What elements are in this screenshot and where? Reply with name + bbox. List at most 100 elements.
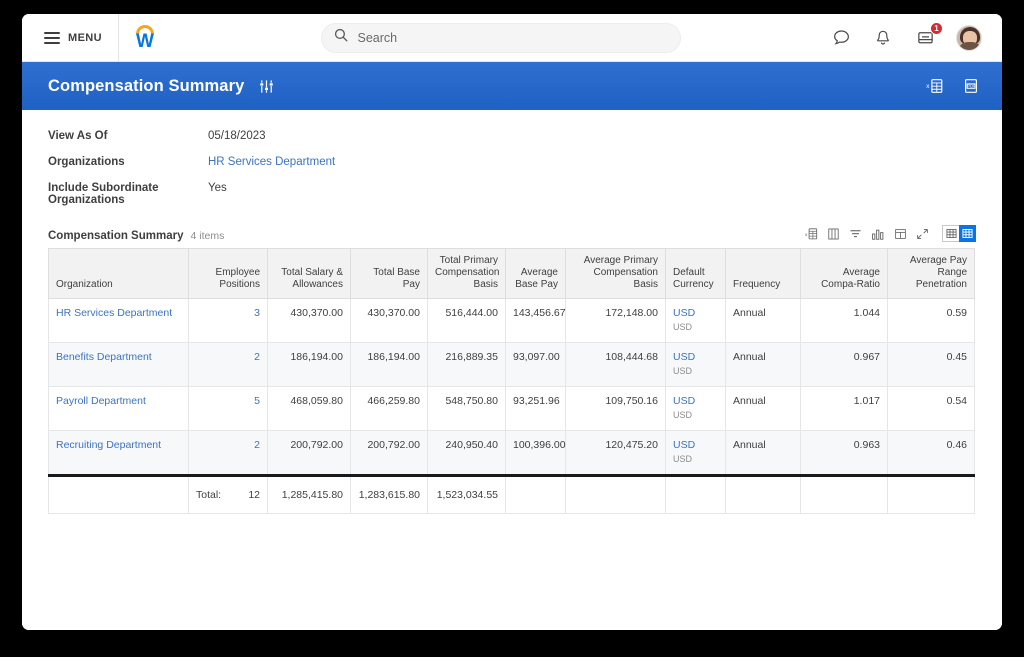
notifications-bell-icon[interactable] [872,27,894,49]
totals-blank-average-primary-compensation-basis [565,474,666,514]
inbox-icon[interactable]: 1 [914,21,943,49]
expand-icon[interactable] [916,227,929,241]
column-header-employee-positions[interactable]: Employee Positions [188,248,268,299]
search-area [171,22,830,53]
search-input[interactable] [357,30,668,45]
parameter-label: Organizations [48,156,125,168]
column-header-frequency[interactable]: Frequency [725,248,801,299]
view-toggle-group [942,225,976,242]
cell-total-base-pay: 466,259.80 [350,386,428,431]
organizations-link[interactable]: HR Services Department [208,156,335,168]
cell-average-primary-compensation-basis: 172,148.00 [565,298,666,343]
organization-link[interactable]: Payroll Department [56,395,146,407]
currency-subtext: USD [673,410,693,420]
cell-average-primary-compensation-basis: 109,750.16 [565,386,666,431]
table-row: Benefits Department 2 186,194.00 186,194… [48,342,975,387]
currency-link[interactable]: USD [673,351,695,363]
avatar[interactable] [956,24,982,51]
parameter-value: 05/18/2023 [208,130,266,142]
totals-employee-positions: Total: 12 [188,474,268,514]
cell-default-currency: USD USD [665,386,726,431]
export-to-pdf-icon[interactable]: PDF [962,77,980,95]
table-row: Recruiting Department 2 200,792.00 200,7… [48,430,975,476]
table-tool-icons: x [805,225,976,242]
page-header: Compensation Summary x PDF [22,62,1002,110]
cell-total-salary-allowances: 430,370.00 [267,298,351,343]
cell-total-salary-allowances: 468,059.80 [267,386,351,431]
parameter-value: Yes [208,182,227,194]
svg-text:x: x [805,232,808,237]
column-header-total-primary-compensation-basis[interactable]: Total Primary Compensation Basis [427,248,506,299]
cell-total-base-pay: 430,370.00 [350,298,428,343]
cell-frequency: Annual [725,342,801,387]
organization-link[interactable]: Benefits Department [56,351,152,363]
currency-link[interactable]: USD [673,439,695,451]
employee-positions-link[interactable]: 3 [254,307,260,319]
employee-positions-link[interactable]: 2 [254,351,260,363]
organization-link[interactable]: HR Services Department [56,307,172,319]
totals-blank-average-pay-range-penetration [887,474,975,514]
chat-icon[interactable] [830,27,852,49]
chart-view-icon[interactable] [871,227,885,241]
parameter-row: View As Of 05/18/2023 [48,130,976,156]
column-header-organization[interactable]: Organization [48,248,189,299]
column-header-default-currency[interactable]: Default Currency [665,248,726,299]
cell-average-base-pay: 100,396.00 [505,430,566,476]
column-settings-icon[interactable] [827,227,840,241]
cell-average-pay-range-penetration: 0.54 [887,386,975,431]
cell-default-currency: USD USD [665,298,726,343]
column-header-average-primary-compensation-basis[interactable]: Average Primary Compensation Basis [565,248,666,299]
cell-average-compa-ratio: 1.017 [800,386,888,431]
cell-total-primary-compensation-basis: 216,889.35 [427,342,506,387]
global-header: MENU W 1 [22,14,1002,62]
cell-total-base-pay: 186,194.00 [350,342,428,387]
page-title: Compensation Summary [48,76,245,95]
cell-average-base-pay: 143,456.67 [505,298,566,343]
cell-total-base-pay: 200,792.00 [350,430,428,476]
cell-total-primary-compensation-basis: 240,950.40 [427,430,506,476]
column-header-average-base-pay[interactable]: Average Base Pay [505,248,566,299]
cell-total-primary-compensation-basis: 516,444.00 [427,298,506,343]
totals-blank-default-currency [665,474,726,514]
cell-average-pay-range-penetration: 0.59 [887,298,975,343]
inbox-badge: 1 [930,21,943,35]
header-actions: 1 [830,21,1002,51]
search-box[interactable] [320,22,681,53]
employee-positions-link[interactable]: 2 [254,439,260,451]
view-settings-icon[interactable] [258,78,275,95]
cell-average-base-pay: 93,097.00 [505,342,566,387]
totals-blank-average-compa-ratio [800,474,888,514]
search-icon [334,28,348,47]
cell-average-base-pay: 93,251.96 [505,386,566,431]
column-header-average-compa-ratio[interactable]: Average Compa-Ratio [800,248,888,299]
toggle-compact-view[interactable] [959,225,976,242]
totals-blank-average-base-pay [505,474,566,514]
export-to-excel-icon[interactable]: x [805,227,818,241]
table-toolbar: Compensation Summary 4 items x [48,224,976,242]
totals-total-salary-allowances: 1,285,415.80 [267,474,351,514]
cell-average-primary-compensation-basis: 120,475.20 [565,430,666,476]
totals-blank-organization [48,474,189,514]
cell-average-primary-compensation-basis: 108,444.68 [565,342,666,387]
column-header-average-pay-range-penetration[interactable]: Average Pay Range Penetration [887,248,975,299]
table-row: HR Services Department 3 430,370.00 430,… [48,298,975,343]
export-to-excel-icon[interactable]: x [926,77,944,95]
table-layout-icon[interactable] [894,227,907,241]
cell-average-compa-ratio: 1.044 [800,298,888,343]
toggle-grid-view[interactable] [942,225,959,242]
currency-subtext: USD [673,454,693,464]
currency-link[interactable]: USD [673,307,695,319]
column-header-total-base-pay[interactable]: Total Base Pay [350,248,428,299]
cell-average-compa-ratio: 0.967 [800,342,888,387]
currency-subtext: USD [673,366,693,376]
filter-icon[interactable] [849,227,862,241]
column-header-total-salary-allowances[interactable]: Total Salary & Allowances [267,248,351,299]
table-item-count: 4 items [190,230,225,242]
table-row: Payroll Department 5 468,059.80 466,259.… [48,386,975,431]
currency-link[interactable]: USD [673,395,695,407]
menu-button[interactable]: MENU [22,14,118,62]
workday-logo[interactable]: W [119,14,171,62]
organization-link[interactable]: Recruiting Department [56,439,161,451]
employee-positions-link[interactable]: 5 [254,395,260,407]
compensation-summary-table-block: Compensation Summary 4 items x Organizat… [48,224,976,514]
